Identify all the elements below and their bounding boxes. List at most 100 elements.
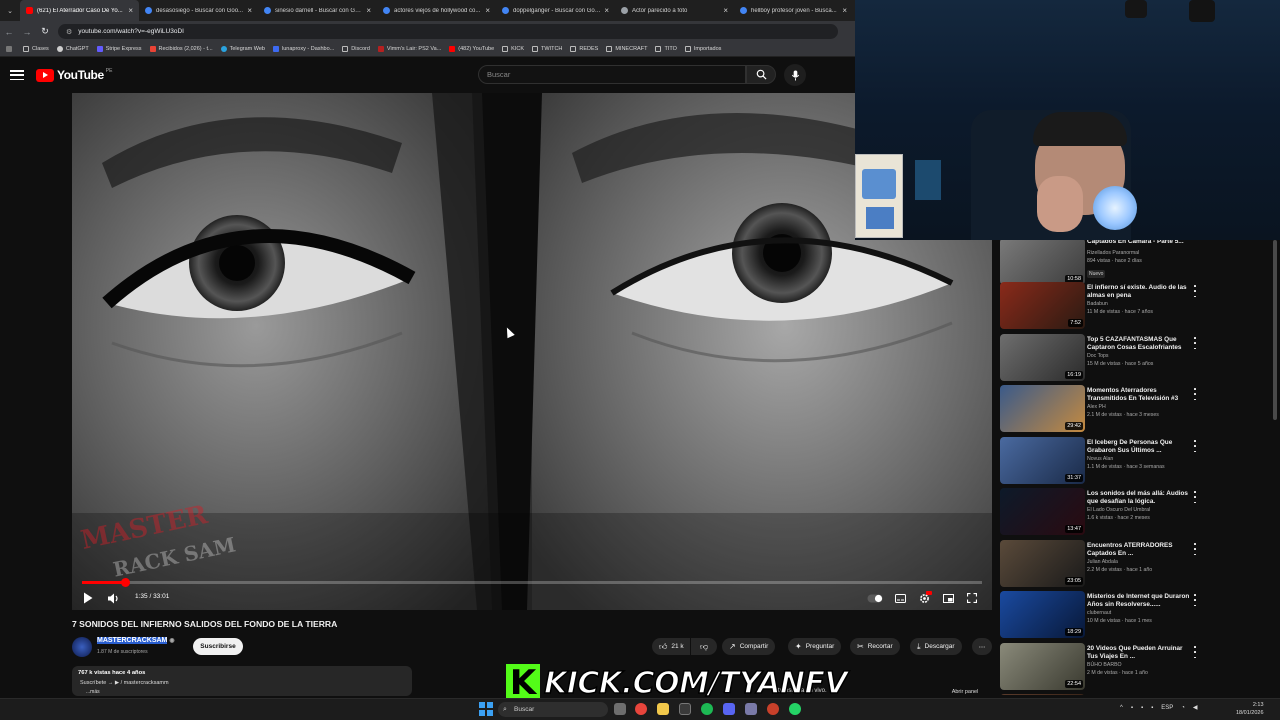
- recommendation-item[interactable]: 23:05 Encuentros ATERRADORES Captados En …: [997, 540, 1280, 591]
- recommendation-thumbnail[interactable]: 13:47: [1000, 488, 1085, 535]
- close-icon[interactable]: ×: [604, 6, 609, 15]
- more-options-icon[interactable]: [1192, 388, 1198, 400]
- bookmark-item[interactable]: REDES: [570, 46, 598, 52]
- recommendation-thumbnail[interactable]: [1000, 694, 1085, 695]
- back-icon[interactable]: ←: [0, 21, 18, 42]
- clock[interactable]: 2:13 18/01/2026: [1236, 702, 1264, 717]
- more-options-icon[interactable]: [1192, 543, 1198, 555]
- tray-chevron-icon[interactable]: ^: [1120, 705, 1123, 711]
- tab-search-icon[interactable]: ⌄: [0, 0, 20, 21]
- recommendation-thumbnail[interactable]: 7:52: [1000, 282, 1085, 329]
- bookmark-item[interactable]: Discord: [342, 46, 370, 52]
- menu-icon[interactable]: [10, 68, 24, 82]
- subtitles-button[interactable]: [892, 591, 908, 605]
- recommendation-item[interactable]: 7:52 El infierno sí existe. Audio de las …: [997, 282, 1280, 333]
- tab-3[interactable]: actores viejos de hollywood co... ×: [377, 0, 496, 21]
- more-options-icon[interactable]: [1192, 646, 1198, 658]
- recommendation-item[interactable]: Lo Mejor de Momentos XV #23: [997, 694, 1280, 695]
- recommendation-channel[interactable]: Novus Alan: [1087, 456, 1113, 462]
- bookmark-apps[interactable]: [6, 46, 15, 52]
- recommendation-thumbnail[interactable]: 29:42: [1000, 385, 1085, 432]
- recommendation-title[interactable]: Encuentros ATERRADORES Captados En ...: [1087, 542, 1192, 558]
- play-button[interactable]: [80, 591, 96, 605]
- recommendation-channel[interactable]: BÚHO BARBO: [1087, 662, 1122, 668]
- close-icon[interactable]: ×: [366, 6, 371, 15]
- bookmark-item[interactable]: MINECRAFT: [606, 46, 647, 52]
- youtube-logo[interactable]: YouTube PE: [36, 68, 112, 82]
- recommendation-channel[interactable]: clubernaut: [1087, 610, 1111, 616]
- recommendation-title[interactable]: Misterios de Internet que Duraron Años s…: [1087, 593, 1192, 609]
- recommendation-title[interactable]: El Iceberg De Personas Que Grabaron Sus …: [1087, 439, 1192, 455]
- language-indicator[interactable]: ESP: [1161, 705, 1173, 711]
- bookmark-item[interactable]: Telegram Web: [220, 46, 265, 52]
- recommendation-item[interactable]: 22:54 20 Videos Que Pueden Arruinar Tus V…: [997, 643, 1280, 694]
- recommendation-channel[interactable]: Alex PH: [1087, 404, 1106, 410]
- recommendation-title[interactable]: Top 5 CAZAFANTASMAS Que Captaron Cosas E…: [1087, 336, 1192, 352]
- close-icon[interactable]: ×: [723, 6, 728, 15]
- recommendation-thumbnail[interactable]: 22:54: [1000, 643, 1085, 690]
- volume-icon[interactable]: ◀: [1193, 704, 1198, 711]
- file-explorer-icon[interactable]: [657, 703, 669, 715]
- app-tray-icon[interactable]: ▪: [1151, 705, 1153, 711]
- bookmark-item[interactable]: lunaproxy - Dashbo...: [272, 46, 334, 52]
- search-button[interactable]: [746, 65, 776, 84]
- discord-icon[interactable]: [723, 703, 735, 715]
- progress-bar[interactable]: [82, 578, 982, 587]
- recommendation-channel[interactable]: Rizellados Paranormal: [1087, 250, 1139, 256]
- avatar[interactable]: [72, 637, 92, 657]
- voice-search-button[interactable]: [784, 64, 806, 86]
- bookmark-item[interactable]: Importados: [684, 46, 721, 52]
- recommendation-item[interactable]: 18:29 Misterios de Internet que Duraron A…: [997, 591, 1280, 642]
- mute-button[interactable]: [106, 591, 122, 605]
- app-icon[interactable]: [767, 703, 779, 715]
- share-button[interactable]: ↗ Compartir: [722, 638, 776, 655]
- more-options-icon[interactable]: [1192, 440, 1198, 452]
- close-icon[interactable]: ×: [247, 6, 252, 15]
- recommendation-channel[interactable]: Badabun: [1087, 301, 1108, 307]
- more-options-icon[interactable]: [1192, 285, 1198, 297]
- app-tray-icon[interactable]: ▪: [1141, 705, 1143, 711]
- site-info-icon[interactable]: ⚙: [66, 28, 72, 36]
- tab-6[interactable]: hellboy profesor joven - Busca... ×: [734, 0, 853, 21]
- bookmark-item[interactable]: Stripe Express: [96, 46, 142, 52]
- clip-button[interactable]: ✂ Recortar: [850, 638, 900, 655]
- like-button[interactable]: 👍︎ 21 k: [652, 638, 690, 655]
- reload-icon[interactable]: ↻: [36, 21, 54, 42]
- tab-1[interactable]: desasosiego - Buscar con Goo... ×: [139, 0, 258, 21]
- recommendation-channel[interactable]: Doc Tops: [1087, 353, 1109, 359]
- bookmark-item[interactable]: TWITCH: [532, 46, 562, 52]
- description-more-link[interactable]: ...más: [86, 689, 100, 695]
- recommendation-thumbnail[interactable]: 31:37: [1000, 437, 1085, 484]
- recommendation-item[interactable]: 31:37 El Iceberg De Personas Que Grabaron…: [997, 437, 1280, 488]
- more-options-icon[interactable]: [1192, 491, 1198, 503]
- recommendation-title[interactable]: Los sonidos del más allá: Audios que des…: [1087, 490, 1192, 506]
- video-player[interactable]: MASTER RACK SAM 1:35 / 33:01: [72, 93, 992, 610]
- bookmark-item[interactable]: KICK: [502, 46, 524, 52]
- spotify-icon[interactable]: [701, 703, 713, 715]
- channel-name[interactable]: MASTERCRACKSAM ◉: [97, 637, 175, 644]
- subscribe-button[interactable]: Suscribirse: [193, 638, 243, 655]
- download-button[interactable]: ⤓ Descargar: [910, 638, 962, 655]
- wifi-icon[interactable]: ◔: [1181, 705, 1185, 711]
- close-icon[interactable]: ×: [485, 6, 490, 15]
- more-options-icon[interactable]: [1192, 337, 1198, 349]
- whatsapp-icon[interactable]: [789, 703, 801, 715]
- bookmark-item[interactable]: (482) YouTube: [449, 46, 494, 52]
- open-panel-button[interactable]: Abrir panel: [944, 686, 986, 697]
- recommendation-thumbnail[interactable]: 23:05: [1000, 540, 1085, 587]
- recommendation-item[interactable]: 13:47 Los sonidos del más allá: Audios qu…: [997, 488, 1280, 539]
- task-view-icon[interactable]: [614, 703, 626, 715]
- ask-button[interactable]: ✦ Preguntar: [788, 638, 842, 655]
- miniplayer-button[interactable]: [940, 591, 956, 605]
- recommendation-title[interactable]: Momentos Aterradores Transmitidos En Tel…: [1087, 387, 1192, 403]
- recommendation-channel[interactable]: Julian Abdala: [1087, 559, 1118, 565]
- tab-4[interactable]: doppelganger - Buscar con Goo... ×: [496, 0, 615, 21]
- bookmark-item[interactable]: Vimm's Lair: PS2 Va...: [377, 46, 441, 52]
- recommendation-title[interactable]: Captados En Cámara - Parte 5...: [1087, 240, 1192, 246]
- bookmark-item[interactable]: ChatGPT: [56, 46, 89, 52]
- autoplay-toggle[interactable]: [866, 591, 884, 605]
- bookmark-item[interactable]: Recibidos (2,026) - t...: [149, 46, 213, 52]
- bookmark-item[interactable]: Clases: [23, 46, 49, 52]
- search-input[interactable]: Buscar: [478, 65, 746, 84]
- app-tray-icon[interactable]: ▪: [1131, 705, 1133, 711]
